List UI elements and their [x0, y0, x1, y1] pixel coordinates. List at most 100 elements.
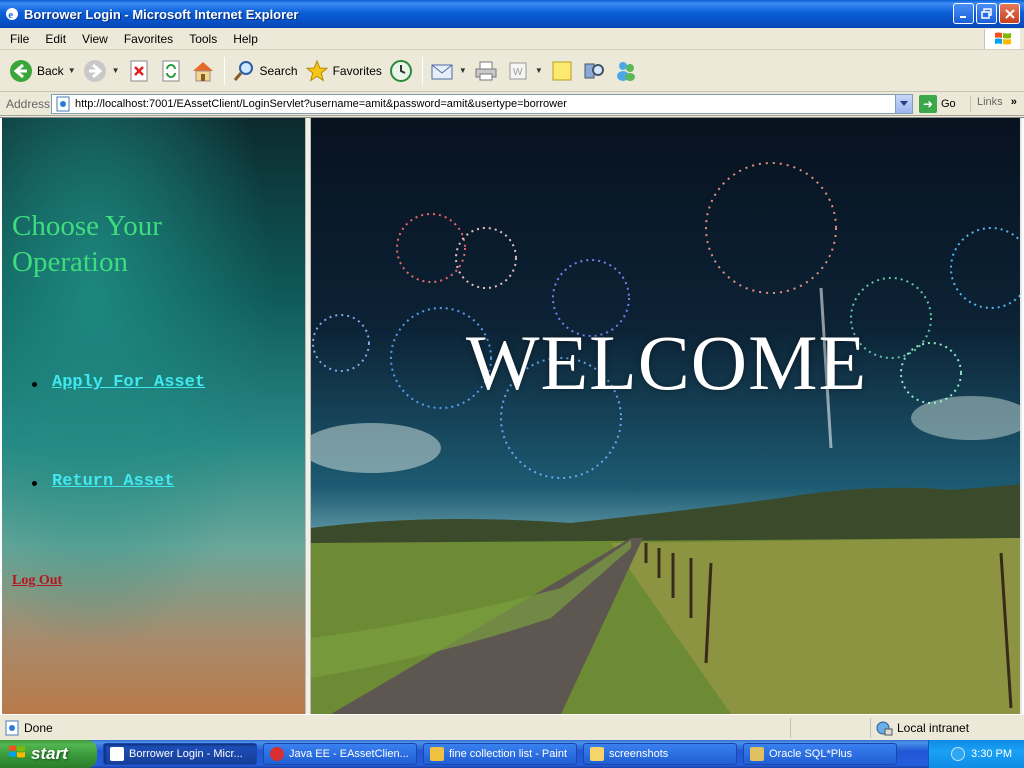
word-edit-icon: W: [509, 62, 527, 79]
right-frame: WELCOME: [311, 118, 1022, 714]
window-title: Borrower Login - Microsoft Internet Expl…: [24, 6, 299, 22]
messenger-icon: [616, 61, 635, 81]
menu-edit[interactable]: Edit: [37, 32, 74, 46]
paint-icon: [430, 747, 444, 761]
status-text: Done: [24, 720, 53, 735]
taskbar-item-label: screenshots: [609, 748, 669, 760]
clock[interactable]: 3:30 PM: [971, 748, 1012, 760]
menu-favorites[interactable]: Favorites: [116, 32, 181, 46]
page-content: Choose Your Operation Apply For Asset Re…: [0, 117, 1024, 714]
svg-text:W: W: [513, 67, 523, 78]
folder-icon: [590, 747, 604, 761]
mail-button[interactable]: ▼: [429, 58, 467, 84]
chevron-right-icon: »: [1010, 96, 1017, 108]
refresh-button[interactable]: [158, 58, 184, 84]
fireworks-landscape-image: [311, 162, 1022, 714]
page-icon: [56, 96, 70, 112]
print-button[interactable]: [473, 58, 499, 84]
note-icon: [552, 61, 572, 80]
status-cell: [790, 718, 870, 738]
taskbar-item-label: fine collection list - Paint: [449, 748, 567, 760]
refresh-icon: [162, 60, 180, 81]
back-arrow-icon: [10, 59, 32, 82]
stop-button[interactable]: [126, 58, 152, 84]
taskbar-item-java-ee[interactable]: Java EE - EAssetClien...: [263, 743, 417, 765]
intranet-icon: [876, 721, 893, 736]
page-done-icon: [5, 720, 19, 735]
go-button[interactable]: ➜ Go: [919, 95, 956, 113]
start-button[interactable]: start: [0, 740, 97, 768]
search-label: Search: [259, 63, 298, 78]
address-dropdown-button[interactable]: [895, 95, 912, 113]
search-icon: [233, 60, 253, 81]
toolbar-separator: [223, 56, 225, 85]
home-icon: [192, 61, 213, 81]
edit-button[interactable]: W ▼: [505, 58, 543, 84]
search-button[interactable]: Search: [231, 58, 298, 84]
restore-icon: [981, 8, 992, 19]
forward-arrow-icon: [83, 59, 106, 82]
minimize-icon: [959, 15, 966, 18]
address-label: Address: [6, 96, 51, 111]
sqlplus-icon: [750, 747, 764, 761]
home-button[interactable]: [190, 58, 216, 84]
address-input[interactable]: http://localhost:7001/EAssetClient/Login…: [51, 94, 913, 114]
close-icon: [1004, 8, 1015, 19]
windows-flag-icon: [9, 745, 25, 757]
taskbar-item-label: Borrower Login - Micr...: [129, 748, 243, 760]
ie-icon: [110, 747, 124, 761]
toolbar: Back ▼ ▼ Search Favorites ▼ W ▼: [0, 50, 1024, 92]
back-dropdown-icon[interactable]: ▼: [68, 66, 76, 75]
title-bar: e Borrower Login - Microsoft Internet Ex…: [0, 0, 1024, 28]
operation-list: Apply For Asset Return Asset: [32, 373, 205, 491]
discuss-button[interactable]: [549, 58, 575, 84]
minimize-button[interactable]: [953, 3, 974, 24]
go-arrow-icon: ➜: [919, 95, 937, 113]
restore-button[interactable]: [976, 3, 997, 24]
back-button[interactable]: Back ▼: [8, 58, 76, 84]
menu-view[interactable]: View: [74, 32, 116, 46]
svg-text:e: e: [8, 9, 13, 21]
taskbar-item-paint[interactable]: fine collection list - Paint: [423, 743, 577, 765]
favorites-star-icon: [305, 59, 328, 82]
return-asset-link[interactable]: Return Asset: [32, 472, 205, 491]
menu-file[interactable]: File: [0, 32, 37, 46]
favorites-button[interactable]: Favorites: [304, 58, 382, 84]
mail-dropdown-icon[interactable]: ▼: [459, 66, 467, 75]
stop-icon: [130, 60, 148, 81]
menu-help[interactable]: Help: [225, 32, 266, 46]
menu-tools[interactable]: Tools: [181, 32, 225, 46]
left-frame: Choose Your Operation Apply For Asset Re…: [2, 118, 305, 714]
forward-button[interactable]: ▼: [82, 58, 120, 84]
taskbar-item-ie[interactable]: Borrower Login - Micr...: [103, 743, 257, 765]
messenger-button[interactable]: [613, 58, 639, 84]
taskbar-item-label: Java EE - EAssetClien...: [289, 748, 409, 760]
taskbar-item-screenshots[interactable]: screenshots: [583, 743, 737, 765]
links-label: Links: [977, 96, 1003, 108]
address-url[interactable]: http://localhost:7001/EAssetClient/Login…: [75, 98, 567, 110]
research-button[interactable]: [581, 58, 607, 84]
taskbar-item-sqlplus[interactable]: Oracle SQL*Plus: [743, 743, 897, 765]
eclipse-icon: [270, 747, 284, 761]
apply-for-asset-link[interactable]: Apply For Asset: [32, 373, 205, 392]
history-button[interactable]: [388, 58, 414, 84]
ie-icon: e: [6, 8, 18, 21]
status-bar: Done Local intranet: [0, 714, 1024, 740]
mail-icon: [431, 64, 453, 79]
network-icon[interactable]: [951, 747, 966, 761]
logout-link[interactable]: Log Out: [12, 573, 62, 589]
forward-dropdown-icon[interactable]: ▼: [112, 66, 120, 75]
close-button[interactable]: [999, 3, 1020, 24]
welcome-banner: WELCOME: [465, 319, 868, 406]
edit-dropdown-icon[interactable]: ▼: [535, 66, 543, 75]
research-icon: [584, 63, 604, 78]
history-icon: [389, 59, 412, 82]
printer-icon: [475, 61, 497, 80]
links-toolbar[interactable]: Links »: [970, 96, 1017, 112]
zone-label: Local intranet: [897, 721, 970, 735]
start-label: start: [31, 744, 68, 763]
taskbar-item-label: Oracle SQL*Plus: [769, 748, 853, 760]
scrollbar[interactable]: [1020, 118, 1022, 714]
security-zone: Local intranet: [870, 718, 969, 738]
go-label: Go: [941, 98, 956, 110]
